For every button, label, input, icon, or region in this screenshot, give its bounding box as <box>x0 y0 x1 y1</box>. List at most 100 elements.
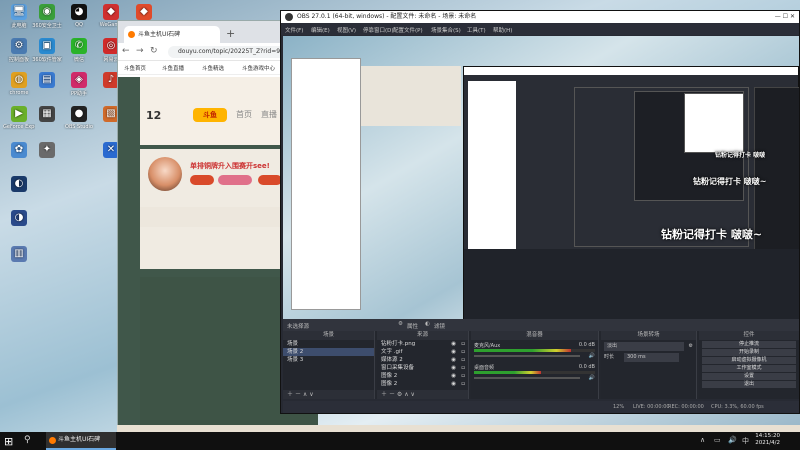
desktop-shortcut-label: 微信 <box>73 57 84 63</box>
clock[interactable]: 14:15:20 2021/4/2 <box>755 433 780 447</box>
desktop-shortcut[interactable]: ◐ <box>3 176 35 194</box>
desktop-shortcut[interactable]: ◉ 360安全卫士 <box>31 4 63 29</box>
control-button[interactable]: 开始录制 <box>702 349 796 356</box>
desktop-shortcut[interactable]: ▤ <box>31 72 63 90</box>
obs-preview-canvas[interactable]: 钻粉记得打卡 啵啵~ 钻粉记得打卡 啵啵~ 钻粉记得打卡 啵啵 <box>283 36 799 319</box>
visibility-eye-icon[interactable]: ◉ <box>451 340 456 348</box>
app-icon: ● <box>71 106 87 122</box>
bookmark-item[interactable]: 斗鱼精选 <box>202 64 224 72</box>
visibility-eye-icon[interactable]: ◉ <box>451 348 456 356</box>
lock-icon[interactable]: ▫ <box>461 340 465 348</box>
source-item[interactable]: 文字 .gif ◉ ▫ <box>377 348 468 356</box>
volume-slider[interactable] <box>474 377 581 379</box>
visibility-eye-icon[interactable]: ◉ <box>451 372 456 380</box>
control-button[interactable]: 工作室模式 <box>702 365 796 372</box>
obs-title-bar: OBS 27.0.1 (64-bit, windows) - 配置文件: 未命名… <box>281 11 799 23</box>
control-button[interactable]: 设置 <box>702 373 796 380</box>
desktop-shortcut[interactable]: ◑ <box>3 210 35 228</box>
menu-item[interactable]: 停靠窗口(D) <box>363 26 394 34</box>
visibility-eye-icon[interactable]: ◉ <box>451 356 456 364</box>
lock-icon[interactable]: ▫ <box>461 380 465 388</box>
scene-item[interactable]: 场景 <box>283 340 374 348</box>
scene-item[interactable]: 场景 3 <box>283 356 374 364</box>
forward-arrow-icon[interactable]: → <box>136 46 144 56</box>
menu-item[interactable]: 视图(V) <box>337 26 356 34</box>
speaker-icon[interactable]: 🔊 <box>589 375 595 381</box>
window-controls[interactable]: — ☐ ✕ <box>775 11 795 23</box>
desktop-shortcut[interactable]: ✦ <box>31 142 63 160</box>
lock-icon[interactable]: ▫ <box>461 356 465 364</box>
desktop-shortcut[interactable]: ● OBS Studio <box>63 106 95 130</box>
tray-expand-icon[interactable]: ∧ <box>700 436 705 444</box>
duration-input[interactable]: 300 ms <box>624 353 679 362</box>
control-button[interactable]: 停止推流 <box>702 341 796 348</box>
control-button[interactable]: 退出 <box>702 381 796 388</box>
gear-icon[interactable]: ⚙ <box>397 391 402 398</box>
obs-window[interactable]: OBS 27.0.1 (64-bit, windows) - 配置文件: 未命名… <box>280 10 800 414</box>
remove-icon[interactable]: － <box>389 391 395 398</box>
lock-icon[interactable]: ▫ <box>461 348 465 356</box>
desktop-shortcut[interactable]: ✆ 微信 <box>63 38 95 63</box>
volume-icon[interactable]: 🔊 <box>728 436 737 444</box>
menu-item[interactable]: 配置文件(P) <box>393 26 423 34</box>
transition-type-select[interactable]: 淡出 <box>604 342 684 351</box>
move-up-icon[interactable]: ∧ <box>303 391 307 398</box>
gear-icon[interactable]: ⚙ <box>398 321 403 327</box>
control-button[interactable]: 启动虚拟摄像机 <box>702 357 796 364</box>
back-arrow-icon[interactable]: ← <box>122 46 130 56</box>
menu-item[interactable]: 文件(F) <box>285 26 303 34</box>
browser-tab[interactable]: 斗鱼主机UI石碑 <box>124 26 220 43</box>
source-item[interactable]: 图像 2 ◉ ▫ <box>377 380 468 388</box>
ime-icon[interactable]: 中 <box>742 436 749 446</box>
desktop-shortcut[interactable]: ▦ <box>31 106 63 124</box>
menu-item[interactable]: 编辑(E) <box>311 26 330 34</box>
nav-live-link[interactable]: 直播 <box>261 109 277 120</box>
desktop-shortcut[interactable]: ◕ QQ <box>63 4 95 28</box>
move-up-icon[interactable]: ∧ <box>404 391 408 398</box>
move-down-icon[interactable]: ∨ <box>309 391 313 398</box>
volume-slider[interactable] <box>474 355 581 357</box>
tag-chip[interactable] <box>258 175 282 185</box>
desktop-shortcut[interactable]: ▥ <box>3 246 35 264</box>
visibility-eye-icon[interactable]: ◉ <box>451 364 456 372</box>
filter-icon[interactable]: ◐ <box>425 321 430 327</box>
douyu-logo[interactable]: 斗鱼 <box>193 108 227 122</box>
bookmark-item[interactable]: 斗鱼游戏中心 <box>242 64 275 72</box>
filters-button[interactable]: 滤镜 <box>434 322 445 330</box>
lock-icon[interactable]: ▫ <box>461 372 465 380</box>
new-tab-button[interactable]: + <box>226 27 235 40</box>
speaker-icon[interactable]: 🔊 <box>589 353 595 359</box>
windows-start-icon[interactable]: ⊞ <box>4 435 13 448</box>
tag-chip[interactable] <box>190 175 214 185</box>
bookmark-item[interactable]: 斗鱼直播 <box>162 64 184 72</box>
desktop-shortcut-label: chrome <box>9 90 29 96</box>
desktop-shortcut[interactable]: ▣ 360软件管家 <box>31 38 63 63</box>
tag-chip[interactable] <box>218 175 252 185</box>
visibility-eye-icon[interactable]: ◉ <box>451 380 456 388</box>
source-item[interactable]: 窗口采集设备 ◉ ▫ <box>377 364 468 372</box>
streamer-avatar[interactable] <box>148 157 182 191</box>
source-item[interactable]: 钻粉打卡.png ◉ ▫ <box>377 340 468 348</box>
remove-icon[interactable]: － <box>295 391 301 398</box>
taskbar-browser-app[interactable]: 斗鱼主机UI石碑 <box>46 432 116 450</box>
menu-item[interactable]: 工具(T) <box>467 26 486 34</box>
source-item[interactable]: 媒体源 2 ◉ ▫ <box>377 356 468 364</box>
lock-icon[interactable]: ▫ <box>461 364 465 372</box>
desktop-shortcut[interactable]: ◈ PP助手 <box>63 72 95 97</box>
scene-item[interactable]: 场景 2 <box>283 348 374 356</box>
move-down-icon[interactable]: ∨ <box>411 391 415 398</box>
search-icon[interactable]: ⚲ <box>24 435 31 445</box>
menu-item[interactable]: 帮助(H) <box>493 26 512 34</box>
properties-button[interactable]: 属性 <box>407 322 418 330</box>
add-icon[interactable]: ＋ <box>381 391 387 398</box>
source-item[interactable]: 图像 2 ◉ ▫ <box>377 372 468 380</box>
card-title[interactable]: 单排铜牌升入围赛开see! <box>190 161 270 171</box>
menu-item[interactable]: 场景集合(S) <box>431 26 461 34</box>
app-icon: ◕ <box>71 4 87 20</box>
gear-icon[interactable]: ⚙ <box>689 343 693 349</box>
bookmark-item[interactable]: 斗鱼首页 <box>124 64 146 72</box>
nav-home-link[interactable]: 首页 <box>236 109 252 120</box>
network-icon[interactable]: ▭ <box>714 436 721 444</box>
reload-icon[interactable]: ↻ <box>150 46 158 56</box>
add-icon[interactable]: ＋ <box>287 391 293 398</box>
